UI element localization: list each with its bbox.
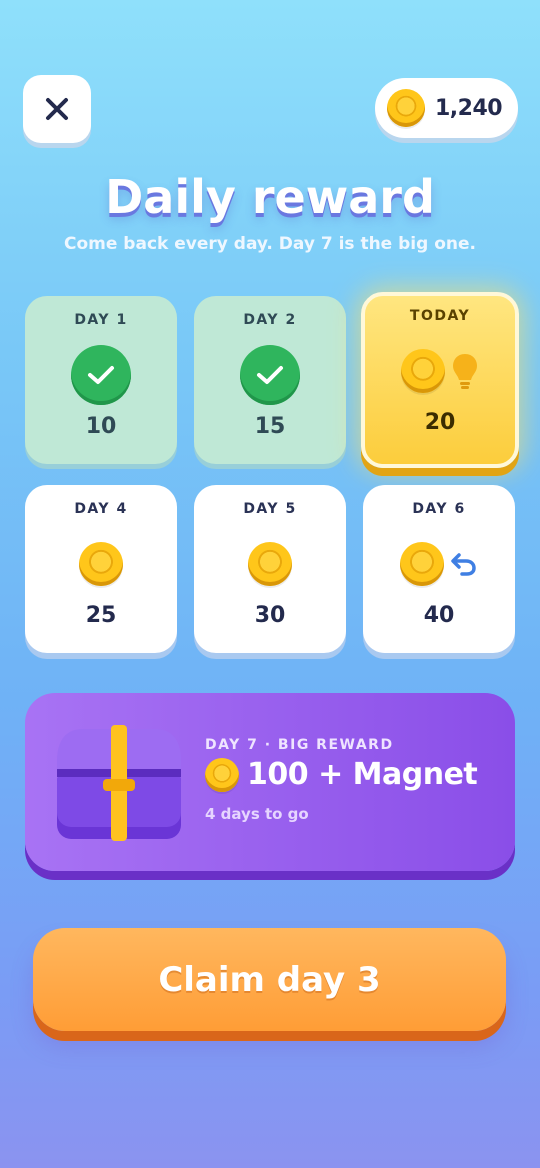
big-reward-card[interactable]: DAY 7 · BIG REWARD 100 + Magnet 4 days t… — [25, 693, 515, 871]
day-amount: 15 — [254, 414, 286, 439]
coin-icon — [205, 757, 239, 792]
day-amount: 30 — [254, 603, 286, 628]
big-reward-tag: DAY 7 · BIG REWARD — [205, 737, 394, 753]
day-label: DAY 1 — [74, 312, 128, 328]
day-amount: 25 — [85, 603, 117, 628]
coin-icon — [248, 542, 292, 586]
day-card-6: DAY 6 40 — [363, 485, 515, 653]
day-label: DAY 2 — [243, 312, 297, 328]
day-label: DAY 6 — [412, 501, 466, 517]
day-label: TODAY — [409, 308, 471, 324]
day-card-today[interactable]: TODAY 20 — [361, 292, 519, 468]
coin-icon — [79, 542, 123, 586]
treasure-chest-icon — [57, 725, 181, 841]
claim-button-label: Claim day 3 — [158, 959, 381, 1000]
close-button[interactable] — [23, 75, 91, 143]
day-card-5: DAY 5 30 — [194, 485, 346, 653]
claim-button[interactable]: Claim day 3 — [33, 928, 506, 1031]
day-label: DAY 4 — [74, 501, 128, 517]
coin-icon — [400, 542, 444, 586]
big-reward-prize: 100 + Magnet — [205, 757, 478, 792]
coin-icon — [387, 89, 425, 127]
coin-icon — [401, 349, 445, 393]
close-icon — [46, 98, 68, 120]
day-card-2: DAY 2 15 — [194, 296, 346, 464]
coin-balance[interactable]: 1,240 — [375, 78, 518, 138]
page-title: Daily reward — [105, 170, 435, 224]
day-card-4: DAY 4 25 — [25, 485, 177, 653]
page-subtitle: Come back every day. Day 7 is the big on… — [63, 234, 476, 254]
checkmark-icon — [71, 345, 131, 405]
day-card-1: DAY 1 10 — [25, 296, 177, 464]
day-amount: 20 — [424, 410, 456, 435]
big-reward-prize-text: 100 + Magnet — [247, 757, 478, 792]
lightbulb-icon — [453, 354, 477, 389]
day-amount: 40 — [423, 603, 455, 628]
coin-balance-value: 1,240 — [435, 95, 503, 121]
top-bar: 1,240 — [23, 75, 518, 145]
checkmark-icon — [240, 345, 300, 405]
big-reward-countdown: 4 days to go — [205, 805, 309, 823]
day-amount: 10 — [85, 414, 117, 439]
undo-icon — [451, 553, 476, 576]
day-label: DAY 5 — [243, 501, 297, 517]
